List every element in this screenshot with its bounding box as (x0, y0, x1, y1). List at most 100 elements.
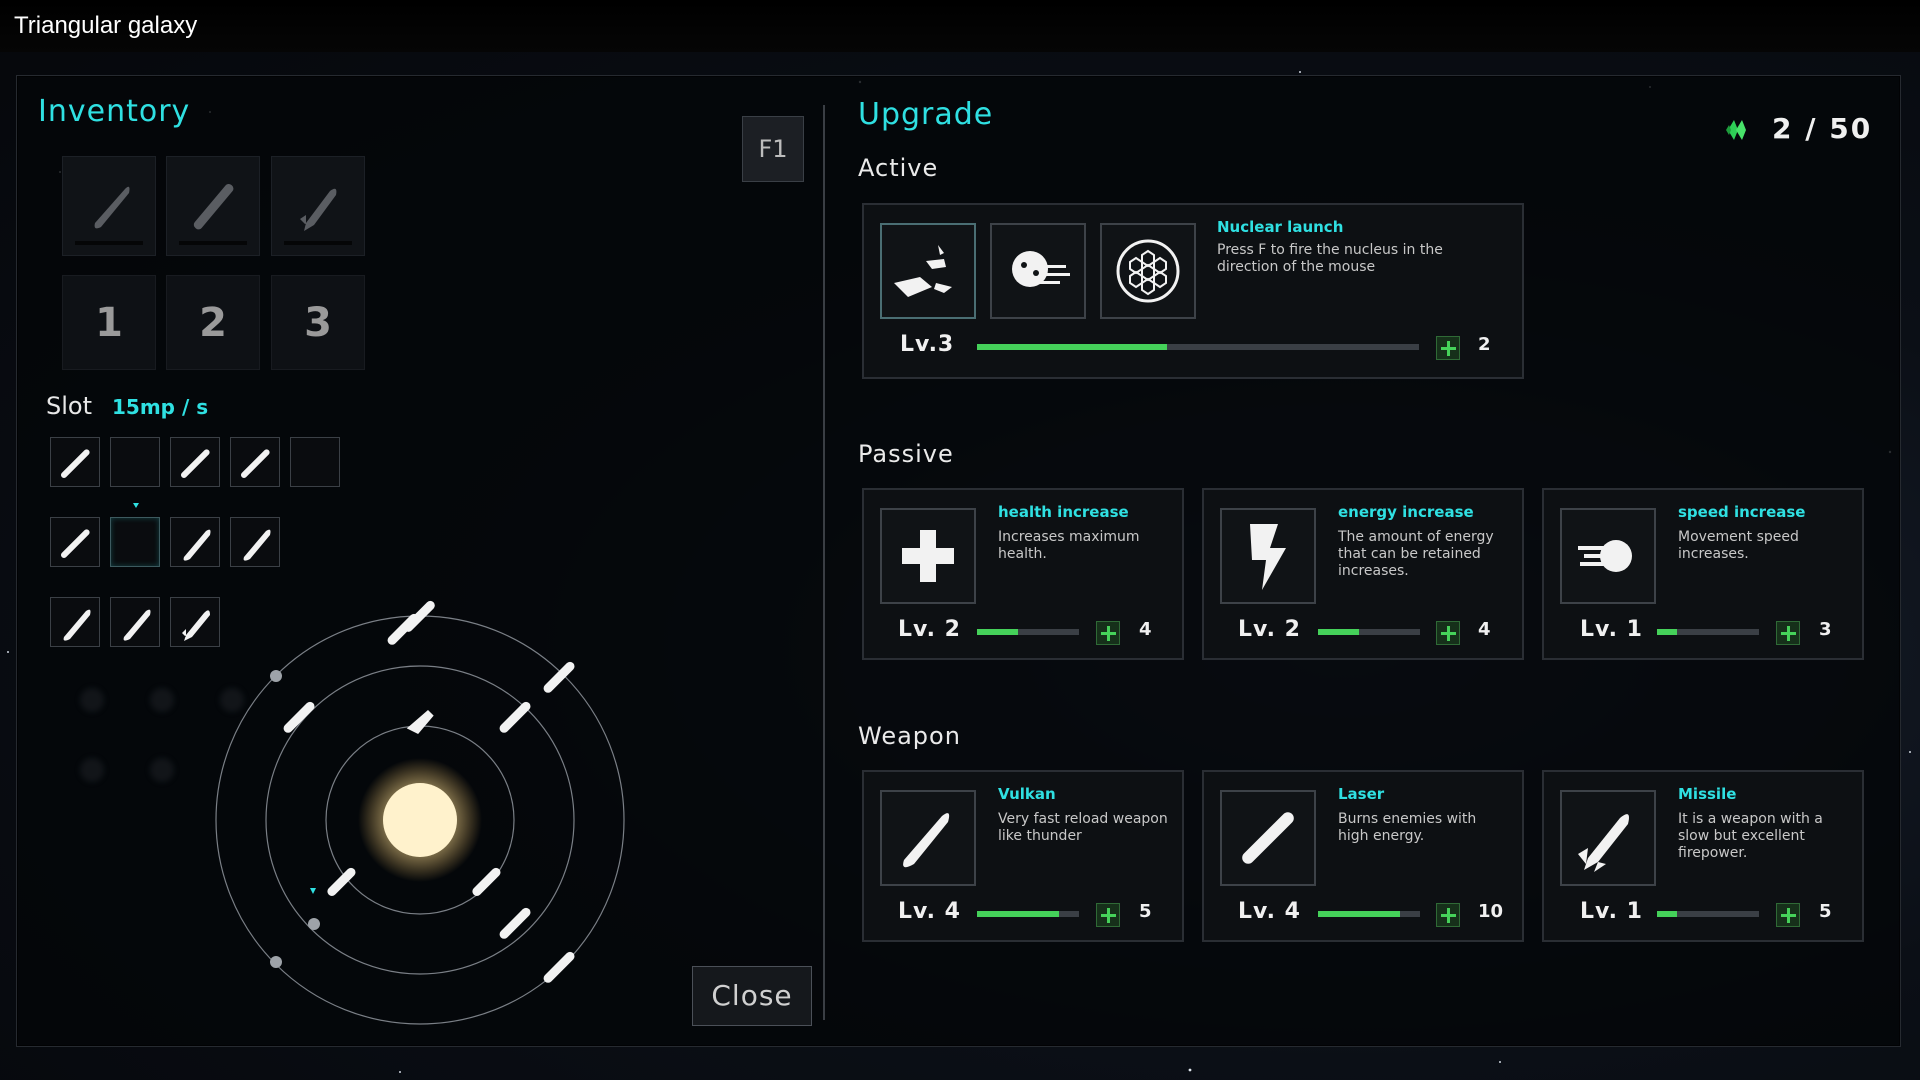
weapon-slot-vulkan[interactable] (880, 790, 976, 886)
empty-slot-ghost (150, 758, 174, 782)
weapon-missile-cost: 5 (1819, 901, 1832, 922)
weapon-missile-upgrade-button[interactable] (1776, 903, 1800, 927)
quick-slot-bar (75, 241, 143, 245)
health-plus-icon (902, 530, 954, 582)
weapon-laser-cost: 10 (1478, 901, 1504, 922)
close-button[interactable]: Close (692, 966, 812, 1026)
upgrade-points-counter: 2 / 50 (1772, 112, 1873, 145)
vulkan-weapon-icon (903, 813, 950, 868)
vulkan-weapon-icon (243, 529, 271, 561)
laser-weapon-icon (193, 183, 234, 230)
weapon-slot-empty[interactable] (290, 437, 340, 487)
asteroid-shards-icon (894, 245, 952, 297)
weapon-laser-level: Lv. 4 (1238, 899, 1301, 924)
quick-slot-number-2: 2 (166, 275, 260, 370)
active-skill-description: Press F to fire the nucleus in the direc… (1217, 242, 1443, 275)
weapon-vulkan-level: Lv. 4 (898, 899, 961, 924)
weapon-missile-name: Missile (1678, 785, 1737, 803)
quick-slot-3[interactable] (271, 156, 365, 256)
quick-slot-number-1: 1 (62, 275, 156, 370)
upgrade-points-gem-icon (1726, 120, 1746, 140)
panel-divider (823, 105, 825, 1020)
passive-skill-slot-speed[interactable] (1560, 508, 1656, 604)
vulkan-weapon-icon (183, 529, 211, 561)
weapon-heading: Weapon (858, 722, 961, 750)
weapon-slot[interactable] (110, 597, 160, 647)
passive-health-level: Lv. 2 (898, 617, 961, 642)
active-heading: Active (858, 154, 939, 182)
quick-slot-number-3: 3 (271, 275, 365, 370)
weapon-slot[interactable] (230, 517, 280, 567)
weapon-slot[interactable] (170, 437, 220, 487)
weapon-laser-upgrade-button[interactable] (1436, 903, 1460, 927)
upgrade-title: Upgrade (858, 97, 994, 132)
nucleus-comet-icon (1012, 251, 1070, 287)
weapon-missile-description: It is a weapon with a slow but excellent… (1678, 811, 1823, 861)
passive-health-name: health increase (998, 503, 1129, 521)
weapon-vulkan-name: Vulkan (998, 785, 1056, 803)
passive-energy-name: energy increase (1338, 503, 1474, 521)
passive-health-upgrade-button[interactable] (1096, 621, 1120, 645)
weapon-laser-name: Laser (1338, 785, 1385, 803)
empty-slot-ghost (80, 688, 104, 712)
vulkan-weapon-icon (123, 609, 151, 641)
slot-rate: 15mp / s (112, 395, 209, 419)
passive-energy-progress (1318, 629, 1420, 635)
passive-heading: Passive (858, 440, 954, 468)
laser-weapon-icon (180, 449, 210, 479)
hex-shield-icon (1116, 239, 1180, 303)
weapon-slot-empty[interactable] (110, 437, 160, 487)
orbit-preview (215, 600, 625, 1025)
weapon-laser-description: Burns enemies with high energy. (1338, 811, 1477, 844)
passive-speed-name: speed increase (1678, 503, 1806, 521)
quick-slot-2[interactable] (166, 156, 260, 256)
weapon-missile-level: Lv. 1 (1580, 899, 1643, 924)
quick-slot-1[interactable] (62, 156, 156, 256)
weapon-laser-progress (1318, 911, 1420, 917)
passive-energy-upgrade-button[interactable] (1436, 621, 1460, 645)
weapon-slot-laser[interactable] (1220, 790, 1316, 886)
quick-slot-bar (179, 241, 247, 245)
active-skill-slot-2[interactable] (990, 223, 1086, 319)
passive-speed-progress (1657, 629, 1759, 635)
lightning-icon (1250, 524, 1286, 590)
weapon-slot[interactable] (170, 517, 220, 567)
passive-energy-cost: 4 (1478, 619, 1491, 640)
active-skill-name: Nuclear launch (1217, 218, 1344, 236)
passive-speed-level: Lv. 1 (1580, 617, 1643, 642)
weapon-slot[interactable] (230, 437, 280, 487)
active-skill-progress (977, 344, 1419, 350)
quick-slot-bar (284, 241, 352, 245)
window-title: Triangular galaxy (14, 12, 198, 39)
weapon-vulkan-description: Very fast reload weapon like thunder (998, 811, 1168, 844)
weapon-vulkan-cost: 5 (1139, 901, 1152, 922)
missile-weapon-icon (1578, 814, 1629, 872)
active-skill-upgrade-button[interactable] (1436, 336, 1460, 360)
weapon-slot[interactable] (50, 437, 100, 487)
laser-weapon-icon (60, 529, 90, 559)
speed-dash-icon (1578, 540, 1632, 572)
laser-weapon-icon (240, 449, 270, 479)
active-skill-slot-3[interactable] (1100, 223, 1196, 319)
passive-energy-level: Lv. 2 (1238, 617, 1301, 642)
passive-health-description: Increases maximum health. (998, 529, 1140, 562)
laser-weapon-icon (60, 449, 90, 479)
weapon-vulkan-progress (977, 911, 1079, 917)
passive-speed-upgrade-button[interactable] (1776, 621, 1800, 645)
passive-health-cost: 4 (1139, 619, 1152, 640)
weapon-vulkan-upgrade-button[interactable] (1096, 903, 1120, 927)
weapon-slot-selected[interactable] (110, 517, 160, 567)
inventory-title: Inventory (38, 94, 191, 129)
weapon-missile-progress (1657, 911, 1759, 917)
weapon-slot[interactable] (50, 517, 100, 567)
inventory-hotkey-button[interactable]: F1 (742, 116, 804, 182)
slot-marker-icon (133, 503, 139, 508)
active-skill-cost: 2 (1478, 334, 1491, 355)
passive-skill-slot-health[interactable] (880, 508, 976, 604)
window-titlebar: Triangular galaxy (0, 0, 1920, 52)
passive-energy-description: The amount of energy that can be retaine… (1338, 529, 1494, 579)
active-skill-slot-1[interactable] (880, 223, 976, 319)
weapon-slot[interactable] (50, 597, 100, 647)
weapon-slot-missile[interactable] (1560, 790, 1656, 886)
passive-skill-slot-energy[interactable] (1220, 508, 1316, 604)
